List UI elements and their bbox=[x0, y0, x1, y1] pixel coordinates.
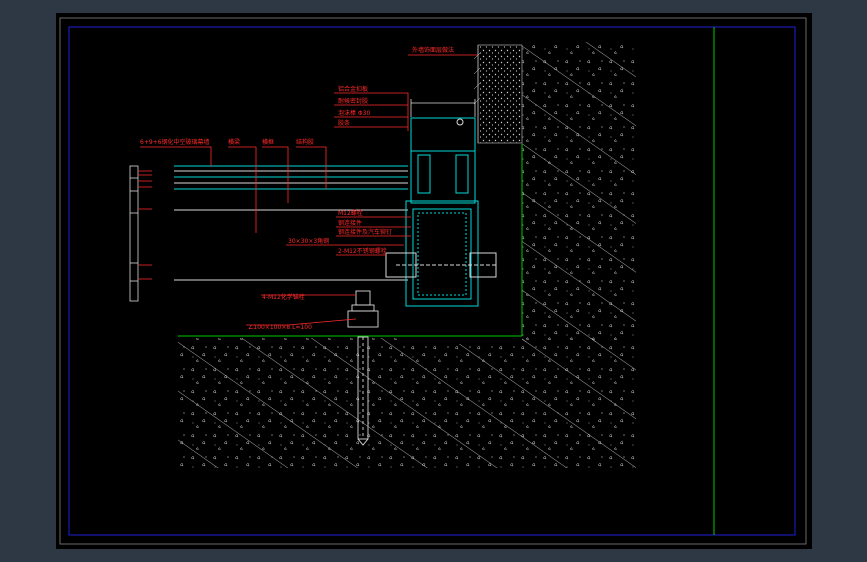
label-mullion: 横梁 bbox=[228, 138, 240, 146]
label-bracket-spec: 钢连接件及汽车铆钉 bbox=[338, 228, 392, 236]
label-pressure-plate: 结构胶 bbox=[296, 138, 314, 146]
exterior-finish-layer bbox=[473, 44, 523, 144]
label-steel-connector: 钢连接件 bbox=[338, 219, 362, 227]
cad-viewport[interactable]: 外墙饰面层做法 铝合金扣板 耐候密封胶 泡沫棒 Φ30 胶条 6+9+6钢化中空… bbox=[56, 13, 812, 549]
label-angle-steel: 30×30×3角钢 bbox=[288, 237, 329, 245]
cad-drawing-canvas: 外墙饰面层做法 铝合金扣板 耐候密封胶 泡沫棒 Φ30 胶条 6+9+6钢化中空… bbox=[59, 17, 807, 545]
label-structural-sealant: 胶条 bbox=[338, 119, 350, 127]
label-bolt-set: 2-M12不锈钢螺栓 bbox=[338, 247, 387, 255]
label-foam-rod: 泡沫棒 Φ30 bbox=[338, 109, 370, 117]
label-expansion-bolt: 4-M12化学锚栓 bbox=[262, 293, 305, 301]
label-aluminum-panel: 铝合金扣板 bbox=[338, 85, 368, 93]
label-anchor-bolt: M12螺栓 bbox=[338, 209, 363, 217]
label-sealant: 耐候密封胶 bbox=[338, 97, 368, 105]
label-embed-plate: ∠100×100×8 L=100 bbox=[248, 324, 312, 331]
label-exterior-finish: 外墙饰面层做法 bbox=[412, 46, 454, 54]
label-glass-spec: 6+9+6钢化中空玻璃幕墙 bbox=[140, 138, 210, 146]
top-dimension bbox=[410, 99, 476, 117]
concrete-wall bbox=[178, 42, 636, 468]
dimension-ladder bbox=[129, 165, 139, 302]
annotation-text-group: 外墙饰面层做法 铝合金扣板 耐候密封胶 泡沫棒 Φ30 胶条 6+9+6钢化中空… bbox=[140, 46, 454, 331]
label-transom: 横框 bbox=[262, 138, 274, 146]
glass-pane-lines bbox=[174, 165, 408, 281]
